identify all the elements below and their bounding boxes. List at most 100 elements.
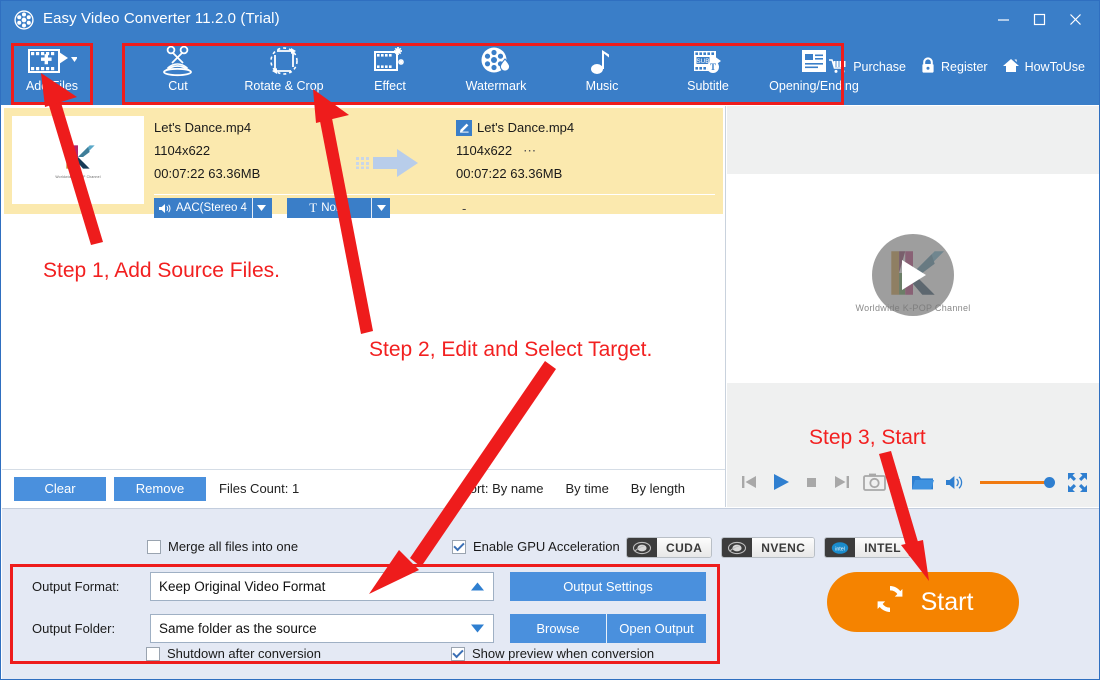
stop-icon[interactable] — [803, 473, 821, 491]
chevron-up-icon[interactable] — [471, 579, 484, 594]
volume-knob[interactable] — [1044, 476, 1055, 488]
home-icon — [1002, 57, 1020, 77]
svg-text:intel: intel — [836, 546, 846, 552]
checkbox-box[interactable] — [452, 539, 466, 554]
close-button[interactable] — [1057, 5, 1093, 33]
register-link[interactable]: Register — [920, 57, 988, 77]
toolbar-label: Subtitle — [687, 79, 729, 93]
snapshot-dropdown-icon[interactable] — [891, 479, 900, 485]
play-icon[interactable] — [770, 471, 792, 493]
k-logo-icon — [66, 144, 95, 169]
output-settings-button[interactable]: Output Settings — [510, 571, 706, 601]
folder-icon[interactable] — [911, 473, 934, 492]
toolbar-item-effect[interactable]: Effect — [337, 43, 443, 101]
fullscreen-icon[interactable] — [1067, 472, 1088, 493]
volume-slider[interactable] — [980, 476, 1055, 488]
source-duration-size: 00:07:22 63.36MB — [154, 166, 261, 181]
file-list-row[interactable]: Worldwide K-POP Channel Let's Dance.mp4 … — [4, 108, 723, 218]
checkbox-box[interactable] — [146, 646, 160, 661]
toolbar-item-watermark[interactable]: Watermark — [443, 43, 549, 101]
show-preview-checkbox[interactable]: Show preview when conversion — [451, 646, 654, 661]
audio-track-select[interactable]: AAC(Stereo 4 — [154, 198, 272, 218]
file-thumbnail: Worldwide K-POP Channel — [12, 116, 144, 204]
annotation-step2: Step 2, Edit and Select Target. — [369, 338, 653, 361]
sort-label-text: Sort: — [461, 481, 489, 496]
gpu-badges: CUDA NVENC intel INTEL — [626, 537, 911, 558]
output-folder-select[interactable]: Same folder as the source — [150, 613, 494, 643]
row-divider — [154, 194, 715, 195]
options-row-top: Merge all files into one Enable GPU Acce… — [2, 537, 1099, 561]
toolbar-label: Watermark — [465, 79, 527, 93]
play-icon — [902, 259, 926, 290]
purchase-link[interactable]: Purchase — [828, 58, 906, 77]
start-button[interactable]: Start — [827, 572, 1019, 632]
header-links: Purchase Register HowToUse — [828, 57, 1085, 77]
chevron-down-icon[interactable] — [371, 198, 390, 218]
target-resolution-line: 1104x622 ⋯ — [456, 139, 574, 162]
target-file-name: Let's Dance.mp4 — [477, 120, 575, 135]
video-preview-area[interactable]: Worldwide K-POP Channel — [727, 174, 1099, 383]
pencil-icon[interactable] — [456, 119, 472, 136]
effect-film-icon — [373, 43, 407, 79]
sort-by-length[interactable]: By length — [631, 481, 685, 496]
next-icon[interactable] — [832, 472, 852, 492]
checkbox-box[interactable] — [147, 539, 161, 554]
toolbar-item-subtitle[interactable]: SUB T Subtitle — [655, 43, 761, 101]
subtitle-track-select[interactable]: T None — [287, 198, 390, 218]
toolbar-item-cut[interactable]: Cut — [125, 43, 231, 101]
source-resolution: 1104x622 — [154, 143, 211, 158]
play-overlay-button[interactable] — [872, 233, 954, 316]
application-window: Easy Video Converter 11.2.0 (Trial) Add … — [0, 0, 1100, 680]
cart-icon — [828, 58, 848, 77]
gpu-badge-nvenc[interactable]: NVENC — [721, 537, 816, 558]
nvidia-icon — [627, 538, 657, 557]
add-files-button[interactable]: Add Files — [15, 43, 89, 101]
gpu-badge-label: NVENC — [752, 538, 815, 557]
speaker-icon — [159, 203, 171, 213]
lock-icon — [920, 57, 936, 77]
prev-icon[interactable] — [739, 472, 759, 492]
preview-content: Worldwide K-POP Channel — [828, 233, 998, 325]
output-format-select[interactable]: Keep Original Video Format — [150, 571, 494, 601]
minimize-button[interactable] — [985, 5, 1021, 33]
toolbar-item-music[interactable]: Music — [549, 43, 655, 101]
subtitle-track-label: None — [321, 202, 349, 214]
svg-text:SUB: SUB — [696, 58, 709, 65]
gpu-badge-intel[interactable]: intel INTEL — [824, 537, 911, 558]
remove-button[interactable]: Remove — [114, 476, 206, 501]
annotation-step1: Step 1, Add Source Files. — [43, 259, 280, 282]
chevron-down-icon[interactable] — [251, 198, 271, 218]
volume-icon[interactable] — [945, 474, 965, 491]
checkbox-box[interactable] — [451, 646, 465, 661]
target-file-info: Let's Dance.mp4 1104x622 ⋯ 00:07:22 63.3… — [456, 116, 574, 185]
film-reel-icon — [13, 9, 35, 31]
browse-button[interactable]: Browse — [510, 613, 607, 643]
gpu-badge-label: INTEL — [855, 538, 910, 557]
clear-button[interactable]: Clear — [14, 476, 106, 501]
howtouse-link[interactable]: HowToUse — [1002, 57, 1085, 77]
audio-track-text: AAC(Stereo 4 — [154, 202, 252, 214]
gpu-badge-cuda[interactable]: CUDA — [626, 537, 713, 558]
toolbar-item-rotate-crop[interactable]: Rotate & Crop — [231, 43, 337, 101]
output-settings-block: Output Format: Keep Original Video Forma… — [20, 571, 712, 655]
merge-all-label: Merge all files into one — [168, 539, 299, 554]
arrow-right-icon — [373, 149, 418, 177]
shutdown-label: Shutdown after conversion — [167, 646, 321, 661]
toolbar-label: Music — [585, 79, 619, 93]
files-count-label: Files Count: — [219, 481, 289, 496]
maximize-button[interactable] — [1021, 5, 1057, 33]
open-output-button[interactable]: Open Output — [607, 613, 706, 643]
shutdown-checkbox[interactable]: Shutdown after conversion — [146, 646, 321, 661]
chevron-down-icon[interactable] — [471, 621, 484, 636]
add-film-icon — [27, 43, 77, 79]
source-file-info: Let's Dance.mp4 1104x622 00:07:22 63.36M… — [154, 116, 260, 185]
sort-by-time[interactable]: By time — [565, 481, 608, 496]
files-count-value: 1 — [292, 481, 300, 496]
gpu-acceleration-checkbox[interactable]: Enable GPU Acceleration — [452, 539, 620, 554]
rotate-crop-icon — [267, 43, 301, 79]
snapshot-icon[interactable] — [863, 472, 888, 492]
merge-all-checkbox[interactable]: Merge all files into one — [147, 539, 298, 554]
target-resolution-more[interactable]: ⋯ — [523, 139, 536, 162]
opening-ending-icon — [797, 43, 831, 79]
sort-by-name[interactable]: By name — [492, 481, 543, 496]
